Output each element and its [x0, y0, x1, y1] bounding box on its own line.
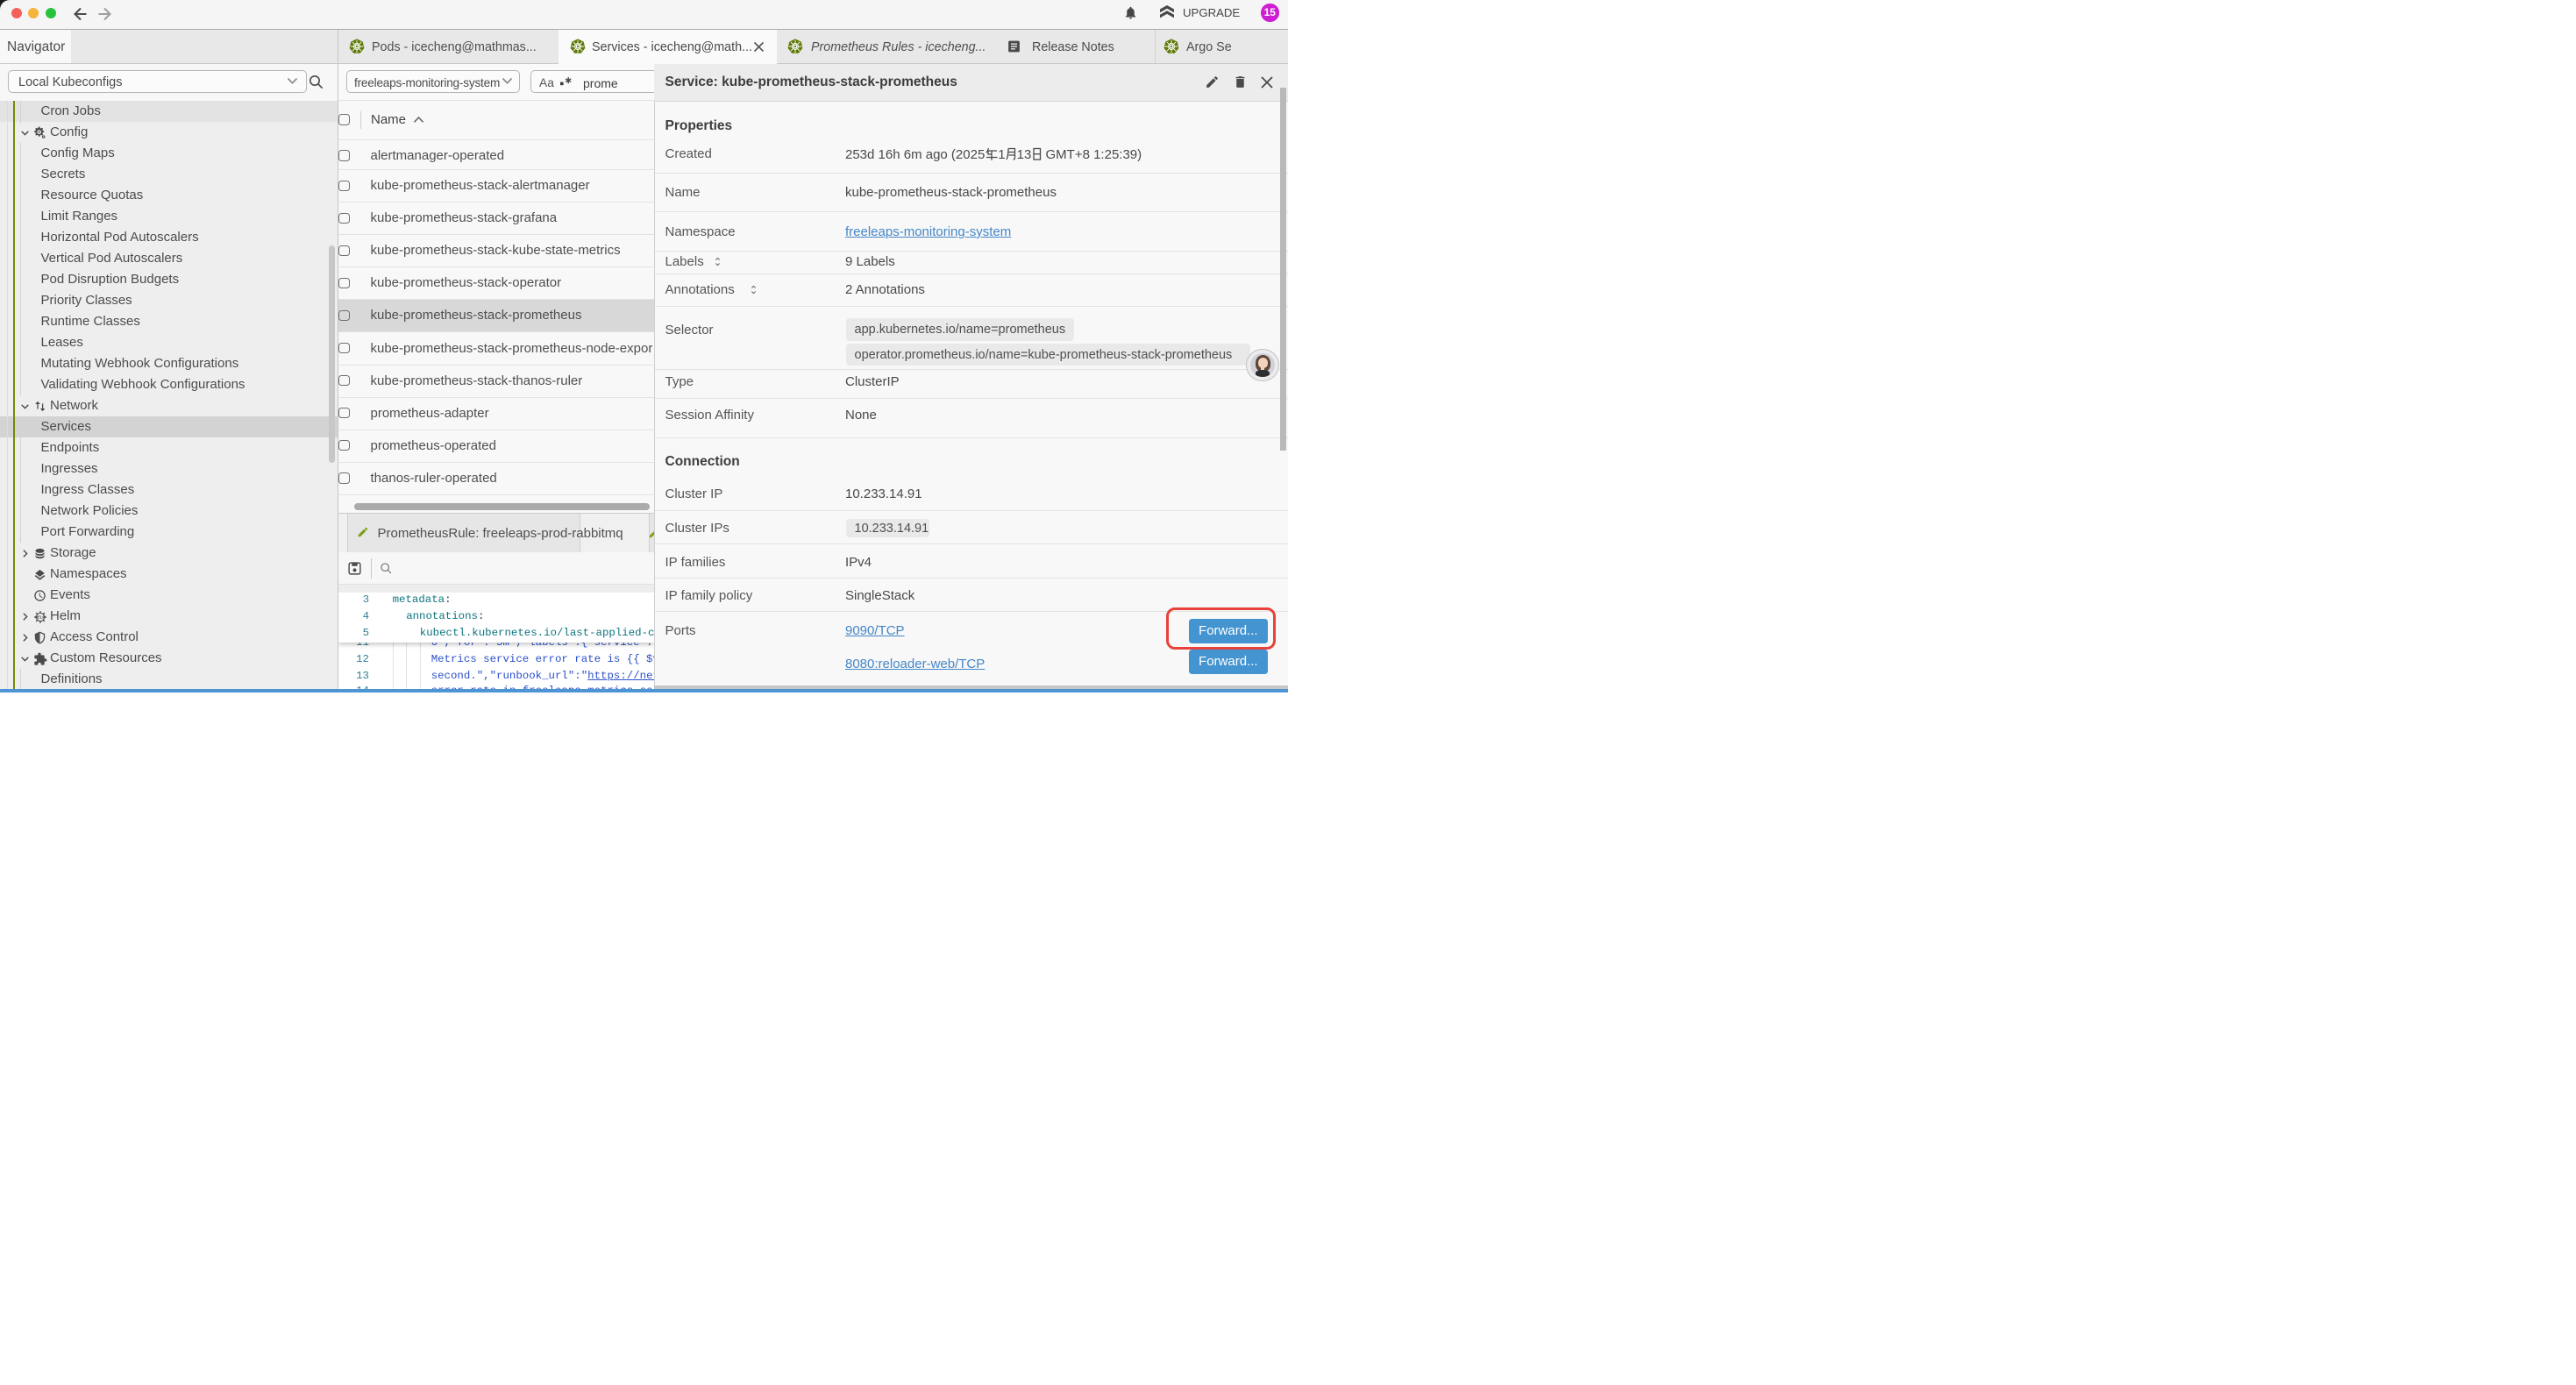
svg-text:HELM: HELM [35, 614, 46, 619]
